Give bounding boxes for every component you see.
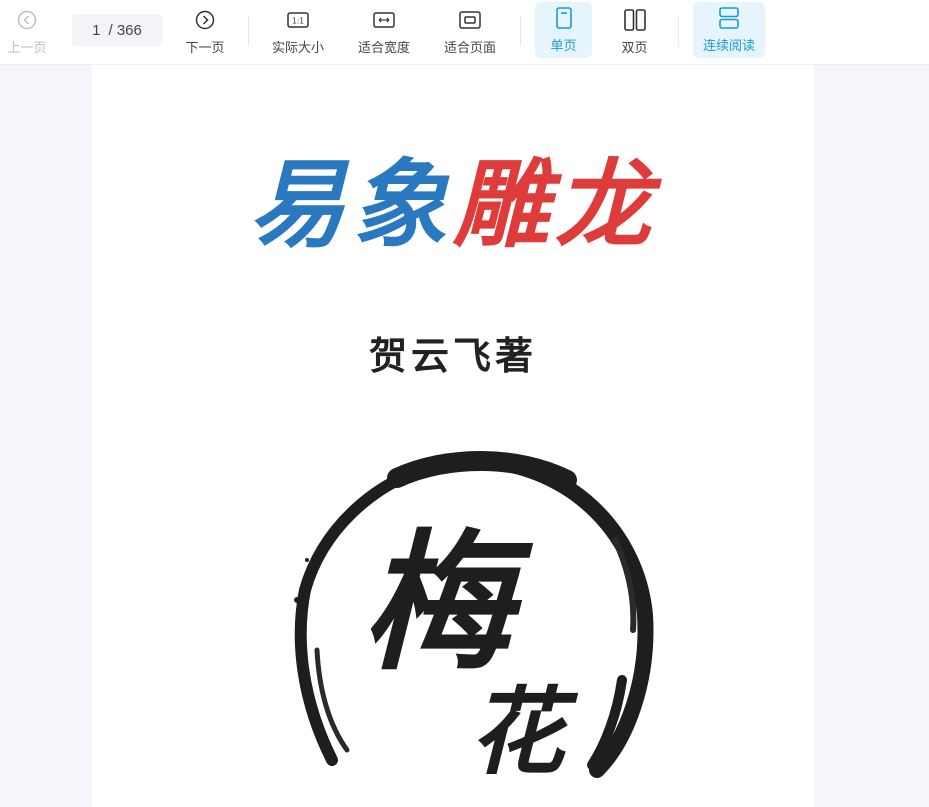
toolbar-divider [678,16,679,46]
single-page-label: 单页 [550,38,577,54]
toolbar: 上一页 1 / 366 下一页 1:1 实际大小 适合宽度 适合页面 单页 双页… [0,0,929,65]
double-page-label: 双页 [621,40,648,56]
double-page-icon [623,8,646,31]
document-page: 易象雕龙 贺云飞著 梅 花 [92,65,814,807]
single-page-icon [553,6,575,29]
next-page-label: 下一页 [185,40,225,56]
actual-size-icon: 1:1 [287,9,309,31]
actual-size-label: 实际大小 [271,40,324,56]
book-title-part2: 雕龙 [453,148,657,261]
fit-page-label: 适合页面 [443,40,496,56]
single-page-button[interactable]: 单页 [535,2,592,58]
continuous-reading-icon [718,6,740,29]
fit-page-icon [459,9,481,31]
book-author: 贺云飞著 [368,333,537,378]
actual-size-icon-text: 1:1 [292,16,304,25]
toolbar-divider [248,16,249,46]
prev-page-label: 上一页 [7,40,47,56]
seal-character-1: 梅 [362,515,534,691]
prev-page-button[interactable]: 上一页 [0,0,54,64]
chevron-left-circle-icon [16,9,38,31]
seal-character-2: 花 [469,677,578,780]
current-page-input[interactable]: 1 [92,22,100,39]
toolbar-divider [520,16,521,46]
fit-width-button[interactable]: 适合宽度 [348,0,420,64]
book-title: 易象雕龙 [92,157,814,253]
chevron-right-circle-icon [194,9,216,31]
book-title-part1: 易象 [249,148,453,261]
next-page-button[interactable]: 下一页 [176,0,234,64]
plum-blossom-seal: 梅 花 [294,451,654,780]
continuous-reading-button[interactable]: 连续阅读 [693,2,765,58]
total-pages: / 366 [108,21,142,39]
continuous-reading-label: 连续阅读 [702,38,755,54]
fit-width-label: 适合宽度 [357,40,410,56]
double-page-button[interactable]: 双页 [606,0,663,64]
actual-size-button[interactable]: 1:1 实际大小 [262,0,334,64]
fit-width-icon [373,9,395,31]
fit-page-button[interactable]: 适合页面 [434,0,506,64]
page-number-field[interactable]: 1 / 366 [72,14,162,46]
